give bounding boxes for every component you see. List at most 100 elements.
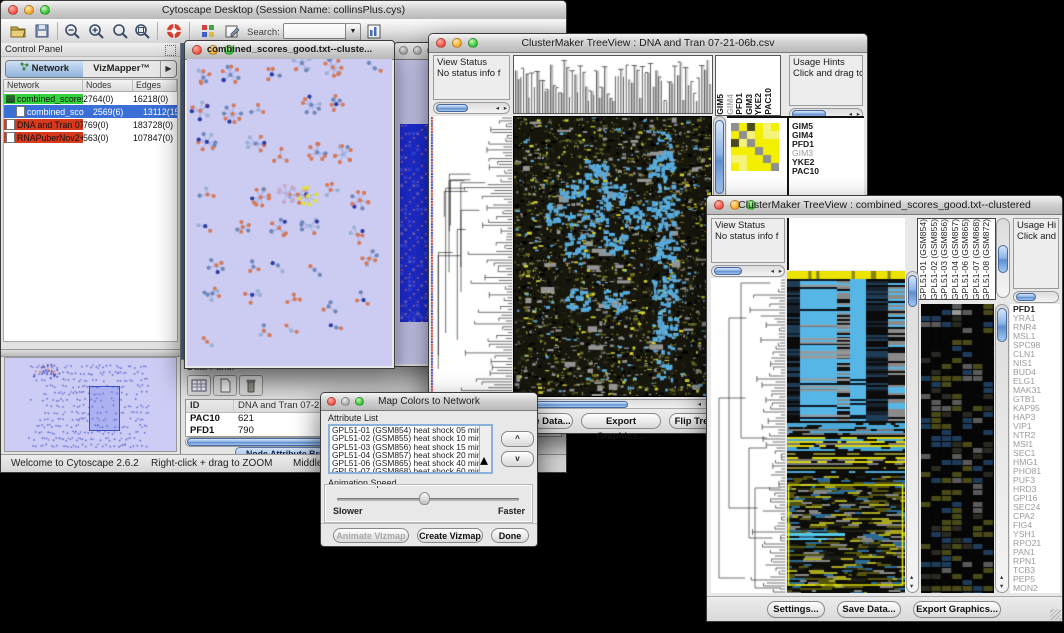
scroll-down-icon[interactable]: ▾: [910, 583, 913, 591]
main-titlebar[interactable]: Cytoscape Desktop (Session Name: collins…: [1, 1, 566, 20]
panel-splitter[interactable]: [1, 349, 180, 357]
treeview1-title: ClusterMaker TreeView : DNA and Tran 07-…: [429, 37, 867, 49]
attribute-item[interactable]: GPL51-07 (GSM868) heat shock 60 min: [330, 467, 491, 474]
row-dendrogram[interactable]: [711, 278, 785, 593]
network-canvas[interactable]: [187, 59, 392, 366]
minimize-button[interactable]: [413, 46, 422, 55]
settings-button[interactable]: Settings...: [767, 601, 825, 618]
main-heatmap[interactable]: [513, 116, 712, 397]
treeview1-titlebar[interactable]: ClusterMaker TreeView : DNA and Tran 07-…: [429, 34, 867, 53]
zoom-selected-icon[interactable]: [133, 22, 151, 40]
zoom-in-icon[interactable]: [87, 22, 105, 40]
tab-network-label: Network: [32, 63, 69, 74]
heatmap-vscroll[interactable]: ▴ ▾: [906, 271, 919, 593]
column-label[interactable]: GPL51-04 (GSM857): [950, 219, 961, 300]
scroll-down-icon[interactable]: ▾: [1000, 583, 1003, 591]
network-row-icon: [16, 106, 25, 117]
view-status-hscroll[interactable]: ◂ ▸: [433, 102, 510, 114]
treeview2-window: ClusterMaker TreeView : combined_scores_…: [706, 195, 1063, 622]
create-vizmap-button[interactable]: Create Vizmap: [417, 528, 483, 543]
open-file-icon[interactable]: [9, 22, 27, 40]
gene-label[interactable]: PAC10: [792, 167, 864, 176]
main-heatmap[interactable]: [787, 271, 905, 593]
scroll-up-icon[interactable]: ▴: [910, 574, 913, 582]
column-label[interactable]: GPL51-03 (GSM856): [939, 219, 950, 300]
treeview2-titlebar[interactable]: ClusterMaker TreeView : combined_scores_…: [707, 196, 1062, 215]
zoom-fit-icon[interactable]: [111, 22, 129, 40]
cluster-correlation-map[interactable]: [731, 123, 779, 171]
attribute-list[interactable]: GPL51-01 (GSM854) heat shock 05 minGPL51…: [328, 424, 493, 474]
column-label[interactable]: GPL51-01 (GSM854): [918, 219, 929, 300]
control-panel-header: Control Panel: [1, 43, 180, 57]
selected-cluster-heatmap[interactable]: [921, 304, 994, 593]
view-status-box: View Status No status info f: [433, 55, 510, 100]
vizmapper-icon[interactable]: [199, 22, 217, 40]
resize-grip[interactable]: [1050, 609, 1061, 620]
done-button[interactable]: Done: [491, 528, 529, 543]
search-dropdown-button[interactable]: ▼: [345, 23, 361, 41]
document-icon: [214, 376, 236, 395]
zoom-out-icon[interactable]: [63, 22, 81, 40]
network-table: combined_scores 2764(0) 16218(0) combine…: [3, 92, 178, 342]
select-attributes-button[interactable]: [187, 375, 211, 396]
faster-label: Faster: [498, 506, 525, 516]
gene-list-vscroll[interactable]: ▴ ▾: [995, 304, 1009, 593]
cluster-heatmap-canvas: [921, 304, 994, 593]
tab-vizmapper[interactable]: VizMapper™: [83, 61, 160, 77]
new-attribute-button[interactable]: [213, 375, 237, 396]
network-table-row[interactable]: combined_sco 2569(6) 13112(15): [4, 105, 177, 118]
row-dendrogram[interactable]: [431, 116, 512, 397]
network-table-row[interactable]: combined_scores 2764(0) 16218(0): [4, 92, 177, 105]
export-graphics-button[interactable]: Export Graphics...: [913, 601, 1001, 618]
tab-network[interactable]: Network: [6, 61, 83, 77]
gene-label[interactable]: MON2: [1013, 584, 1060, 593]
attribute-list-label: Attribute List: [328, 413, 378, 423]
attribute-list-vscroll[interactable]: ▴ ▾: [479, 426, 491, 472]
scroll-left-icon[interactable]: ◂: [771, 268, 774, 276]
scroll-left-icon[interactable]: ◂: [496, 105, 499, 113]
usage-hints-title: Usage Hints: [793, 57, 845, 68]
close-button[interactable]: [399, 46, 408, 55]
save-icon[interactable]: [33, 22, 51, 40]
column-label[interactable]: GPL51-06 (GSM865): [960, 219, 971, 300]
scroll-up-icon[interactable]: ▴: [480, 452, 488, 469]
delete-attribute-button[interactable]: [239, 375, 263, 396]
network-window-title: combined_scores_good.txt--cluste...: [185, 44, 394, 55]
col-id[interactable]: ID: [186, 400, 234, 412]
column-dendrogram[interactable]: [513, 55, 713, 114]
export-graphics-button[interactable]: Export Graphics...: [581, 413, 661, 429]
usage-hints-hscroll[interactable]: [1013, 291, 1059, 303]
birdseye-viewport-rect[interactable]: [89, 386, 120, 431]
birdseye-overview[interactable]: [4, 357, 177, 452]
col-edges[interactable]: Edges: [133, 80, 177, 91]
column-label[interactable]: GPL51-07 (GSM868): [971, 219, 982, 300]
view-status-title: View Status: [437, 57, 487, 68]
animate-vizmap-button[interactable]: Animate Vizmap: [333, 528, 409, 543]
save-data-button[interactable]: Save Data...: [837, 601, 901, 618]
speed-slider-thumb[interactable]: [419, 492, 430, 505]
scroll-right-icon[interactable]: ▸: [779, 268, 782, 276]
scroll-right-icon[interactable]: ▸: [504, 105, 507, 113]
dialog-titlebar[interactable]: Map Colors to Network: [321, 393, 537, 411]
column-label[interactable]: PAC10: [764, 88, 774, 115]
network-window-titlebar[interactable]: combined_scores_good.txt--cluste...: [185, 41, 394, 60]
tab-overflow-arrow[interactable]: ▶: [160, 61, 176, 77]
scroll-up-icon[interactable]: ▴: [1000, 574, 1003, 582]
edit-network-icon[interactable]: [223, 22, 241, 40]
help-lifesaver-icon[interactable]: [165, 22, 183, 40]
view-status-hscroll[interactable]: ◂ ▸: [711, 265, 785, 277]
move-up-button[interactable]: ^: [501, 431, 534, 447]
network-table-row[interactable]: DNA and Tran 07 769(0) 183728(0): [4, 118, 177, 131]
float-panel-icon[interactable]: [165, 45, 176, 56]
column-label[interactable]: GPL51-02 (GSM855): [929, 219, 940, 300]
network-table-row[interactable]: RNAPuberNov2+ 563(0) 107847(0): [4, 131, 177, 144]
column-label[interactable]: GPL51-08 (GSM872): [981, 219, 992, 300]
col-network[interactable]: Network: [4, 80, 83, 91]
scroll-thumb[interactable]: [480, 426, 491, 450]
move-down-button[interactable]: v: [501, 451, 534, 467]
network-graph: [187, 59, 392, 364]
chart-icon[interactable]: [365, 22, 383, 40]
search-input[interactable]: [283, 23, 347, 39]
col-nodes[interactable]: Nodes: [83, 80, 133, 91]
column-labels-vscroll[interactable]: [996, 218, 1010, 298]
